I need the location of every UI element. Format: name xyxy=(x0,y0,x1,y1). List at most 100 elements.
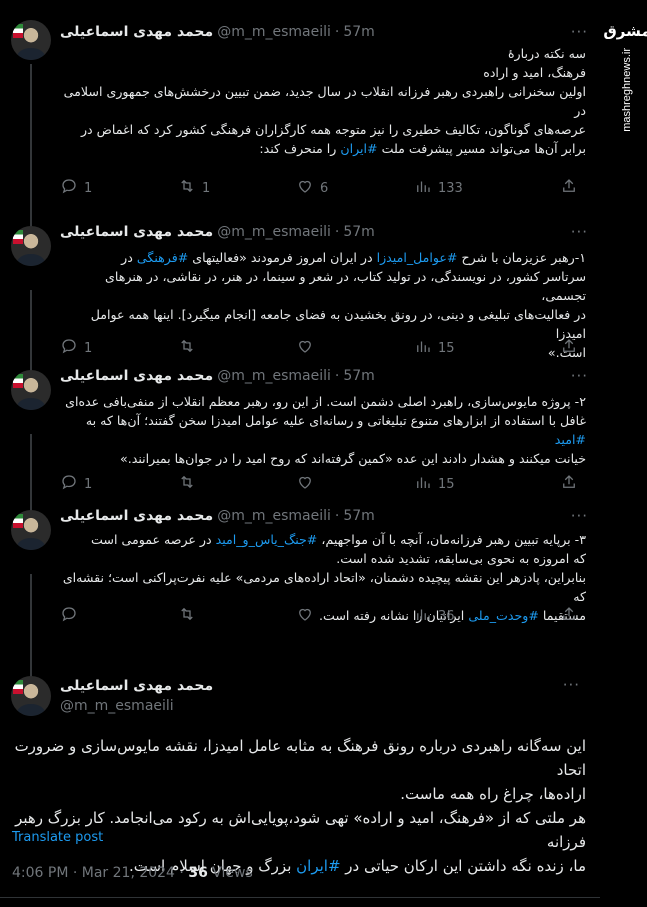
text-span: این سه‌گانه راهبردی درباره رونق فرهنگ به… xyxy=(14,737,586,779)
hashtag-link[interactable]: #ایران xyxy=(340,141,377,156)
repost-button[interactable]: 1 xyxy=(178,177,210,199)
reply-button[interactable] xyxy=(60,605,84,627)
reply-count: 1 xyxy=(84,476,93,492)
share-button[interactable] xyxy=(560,605,584,627)
text-line: برابر آن‌ها می‌تواند مسیر پیشرفت ملت #ای… xyxy=(60,139,586,158)
author-name[interactable]: محمد مهدی اسماعیلی xyxy=(60,224,213,240)
text-span: عرصه‌های گوناگون، تکالیف خطیری را نیز مت… xyxy=(80,122,586,137)
hashtag-link[interactable]: #جنگ_یاس_و_امید xyxy=(216,532,318,547)
views-icon xyxy=(414,605,432,627)
post-time[interactable]: 57m xyxy=(343,224,374,240)
like-button[interactable] xyxy=(296,337,320,359)
like-button[interactable]: 6 xyxy=(296,177,328,199)
thread-tweet-1[interactable]: محمد مهدی اسماعیلی @m_m_esmaeili · 57m ··· سه… xyxy=(0,0,600,244)
author-handle[interactable]: @m_m_esmaeili xyxy=(217,24,331,40)
text-span: در فعالیت‌های تبلیغی و دینی، در رونق بخش… xyxy=(90,307,586,341)
translate-post-link[interactable]: Translate post xyxy=(12,830,103,845)
author-name[interactable]: محمد مهدی اسماعیلی xyxy=(60,508,213,524)
author-name[interactable]: محمد مهدی اسماعیلی xyxy=(60,24,213,40)
views-label: Views xyxy=(207,865,253,881)
views-count: 15 xyxy=(438,340,455,356)
reply-icon xyxy=(60,337,78,359)
share-icon xyxy=(560,337,578,359)
text-span: در عرصه عمومی است xyxy=(91,532,216,547)
separator: · xyxy=(334,224,340,240)
more-options-icon[interactable]: ··· xyxy=(563,676,580,694)
views-button[interactable]: 36 xyxy=(414,605,455,627)
author-handle[interactable]: @m_m_esmaeili xyxy=(217,368,331,384)
reply-button[interactable]: 1 xyxy=(60,337,92,359)
avatar[interactable] xyxy=(11,370,51,410)
post-timestamp[interactable]: 4:06 PM · Mar 21, 2024 · xyxy=(12,865,188,881)
tweet-actions: 36 xyxy=(60,606,600,626)
avatar[interactable] xyxy=(11,20,51,60)
reply-button[interactable]: 1 xyxy=(60,473,92,495)
reply-icon xyxy=(60,473,78,495)
text-span: غافل با استفاده از ابزارهای متنوع تبلیغا… xyxy=(85,413,586,428)
repost-button[interactable] xyxy=(178,605,202,627)
more-options-icon[interactable]: ··· xyxy=(571,507,588,525)
text-span: که امروزه به نحوی بی‌سابقه، تشدید شده اس… xyxy=(336,551,586,566)
tweet-text: سه نکته دربارۀ فرهنگ، امید و اراده اولین … xyxy=(60,44,586,158)
share-button[interactable] xyxy=(560,177,584,199)
reply-button[interactable]: 1 xyxy=(60,177,92,199)
more-options-icon[interactable]: ··· xyxy=(571,223,588,241)
avatar[interactable] xyxy=(11,226,51,266)
repost-icon xyxy=(178,177,196,199)
author-handle[interactable]: @m_m_esmaeili xyxy=(60,696,213,716)
reply-icon xyxy=(60,605,78,627)
like-icon xyxy=(296,337,314,359)
repost-button[interactable] xyxy=(178,337,202,359)
more-options-icon[interactable]: ··· xyxy=(571,23,588,41)
author-handle[interactable]: @m_m_esmaeili xyxy=(217,224,331,240)
hashtag-link[interactable]: #ایران xyxy=(296,857,340,875)
separator: · xyxy=(334,508,340,524)
views-icon xyxy=(414,337,432,359)
text-line: ۳- برپایه تبیین رهبر فرزانه‌مان، آنچه با… xyxy=(60,530,586,549)
author-name[interactable]: محمد مهدی اسماعیلی xyxy=(60,676,213,696)
avatar[interactable] xyxy=(11,510,51,550)
post-time[interactable]: 57m xyxy=(343,508,374,524)
thread-tweet-4[interactable]: محمد مهدی اسماعیلی @m_m_esmaeili · 57m ··· ۳-… xyxy=(0,507,600,678)
thread-tweet-2[interactable]: محمد مهدی اسماعیلی @m_m_esmaeili · 57m ··· ۱-… xyxy=(0,223,600,388)
more-options-icon[interactable]: ··· xyxy=(571,367,588,385)
main-tweet: محمد مهدی اسماعیلی @m_m_esmaeili ··· این… xyxy=(0,662,600,907)
text-span: در xyxy=(121,250,137,265)
like-icon xyxy=(296,473,314,495)
share-icon xyxy=(560,473,578,495)
separator: · xyxy=(334,24,340,40)
views-button[interactable]: 15 xyxy=(414,473,455,495)
text-line: این سه‌گانه راهبردی درباره رونق فرهنگ به… xyxy=(12,734,586,782)
like-button[interactable] xyxy=(296,605,320,627)
thread-tweet-3[interactable]: محمد مهدی اسماعیلی @m_m_esmaeili · 57m ··· ۲-… xyxy=(0,367,600,528)
views-button[interactable]: 133 xyxy=(414,177,463,199)
text-span: برابر آن‌ها می‌تواند مسیر پیشرفت ملت xyxy=(377,141,586,156)
tweet-actions: 1 15 xyxy=(60,474,600,494)
views-button[interactable]: 15 xyxy=(414,337,455,359)
hashtag-link[interactable]: #امید xyxy=(555,432,586,447)
avatar[interactable] xyxy=(11,676,51,716)
share-button[interactable] xyxy=(560,473,584,495)
hashtag-link[interactable]: #عوامل_امیدزا xyxy=(377,250,458,265)
like-button[interactable] xyxy=(296,473,320,495)
text-span: بنابراین، پادزهر این نقشه پیچیده دشمنان،… xyxy=(62,570,586,604)
text-span: را منحرف کند: xyxy=(259,141,341,156)
separator: · xyxy=(334,368,340,384)
hashtag-link[interactable]: #فرهنگی xyxy=(137,250,188,265)
views-icon xyxy=(414,177,432,199)
text-span: اراده‌ها، چراغ راه همه ماست. xyxy=(400,785,586,803)
post-time[interactable]: 57m xyxy=(343,24,374,40)
author-name[interactable]: محمد مهدی اسماعیلی xyxy=(60,368,213,384)
author-handle[interactable]: @m_m_esmaeili xyxy=(217,508,331,524)
text-span: ۳- برپایه تبیین رهبر فرزانه‌مان، آنچه با… xyxy=(317,532,586,547)
text-line: اولین سخنرانی راهبردی رهبر فرزانه انقلاب… xyxy=(60,82,586,120)
reply-count: 1 xyxy=(84,340,93,356)
share-button[interactable] xyxy=(560,337,584,359)
like-icon xyxy=(296,605,314,627)
post-meta: 4:06 PM · Mar 21, 2024 · 36 Views xyxy=(12,865,253,881)
post-time[interactable]: 57m xyxy=(343,368,374,384)
watermark-logo: مشرق xyxy=(603,22,647,40)
text-line: که امروزه به نحوی بی‌سابقه، تشدید شده اس… xyxy=(60,549,586,568)
watermark: مشرق mashreghnews.ir xyxy=(603,0,647,160)
repost-button[interactable] xyxy=(178,473,202,495)
